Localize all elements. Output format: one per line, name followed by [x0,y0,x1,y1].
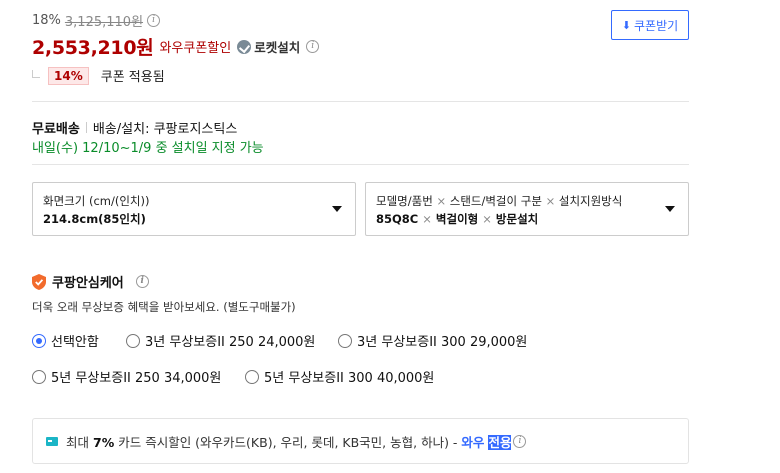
care-option-label: 5년 무상보증II 250 34,000원 [51,371,222,386]
info-icon[interactable]: i [147,14,161,27]
screen-size-select[interactable]: 화면크기 (cm/(인치)) 214.8cm(85인치) [32,182,356,236]
care-option-label: 5년 무상보증II 300 40,000원 [264,371,435,386]
model-option-select[interactable]: 모델명/품번 × 스탠드/벽걸이 구분 × 설치지원방식 85Q8C × 벽걸이… [365,182,689,236]
wow-coupon-label: 와우쿠폰할인 [159,41,232,56]
discount-row: 18% 3,125,110원 i [32,11,161,30]
radio-button[interactable] [245,369,259,384]
label-part: 모델명/품번 [376,194,433,208]
shipping-row: 무료배송 배송/설치: 쿠팡로지스틱스 [32,118,237,137]
rocket-install-label: 로켓설치 [254,40,301,55]
care-option-label: 3년 무상보증II 300 29,000원 [357,335,528,350]
select-value: 85Q8C × 벽걸이형 × 방문설치 [376,211,678,227]
install-schedule: 내일(수) 12/10~1/9 중 설치일 지정 가능 [32,141,264,156]
radio-button[interactable] [32,333,46,348]
original-price: 3,125,110원 [64,15,144,30]
select-label: 화면크기 (cm/(인치)) [43,194,150,208]
card-discount-text: 최대 7% 카드 즉시할인 (와우카드(KB), 우리, 롯데, KB국민, 농… [66,432,512,451]
care-option-5y-300[interactable]: 5년 무상보증II 300 40,000원 [245,367,434,386]
divider [32,164,689,165]
care-option-3y-250[interactable]: 3년 무상보증II 250 24,000원 [126,331,315,350]
info-icon[interactable]: i [306,40,320,53]
card-discount-box: 최대 7% 카드 즉시할인 (와우카드(KB), 우리, 롯데, KB국민, 농… [32,418,689,464]
discount-rate: 18% [32,13,61,28]
get-coupon-label: 쿠폰받기 [634,18,679,33]
radio-button[interactable] [338,333,352,348]
value-part: 85Q8C [376,212,419,226]
care-option-5y-250[interactable]: 5년 무상보증II 250 34,000원 [32,367,221,386]
care-option-none[interactable]: 선택안함 [32,331,99,350]
care-option-3y-300[interactable]: 3년 무상보증II 300 29,000원 [338,331,527,350]
rocket-install-icon [237,39,252,54]
card-rate: 7% [93,434,115,450]
elbow-connector [32,69,40,78]
care-option-label: 3년 무상보증II 250 24,000원 [145,335,316,350]
coupon-applied-row: 14% 쿠폰 적용됨 [32,66,165,85]
caret-down-icon [332,206,342,212]
label-part: 스탠드/벽걸이 구분 [449,194,542,208]
separator: × [422,212,432,226]
label-part: 설치지원방식 [558,194,623,208]
caret-down-icon [665,206,675,212]
free-shipping-label: 무료배송 [32,122,80,137]
care-option-label: 선택안함 [51,335,99,350]
radio-button[interactable] [126,333,140,348]
coupon-applied-text: 쿠폰 적용됨 [100,70,165,85]
separator: × [482,212,492,226]
care-title-row: 쿠팡안심케어 i [32,272,149,291]
select-label: 모델명/품번 × 스탠드/벽걸이 구분 × 설치지원방식 [376,193,678,209]
card-prefix: 최대 [66,434,90,450]
care-subtitle: 더욱 오래 무상보증 혜택을 받아보세요. (별도구매불가) [32,300,296,314]
care-title: 쿠팡안심케어 [52,276,124,291]
wow-label: 와우 [461,434,485,450]
get-coupon-button[interactable]: ⬇ 쿠폰받기 [611,10,689,40]
divider [32,101,689,102]
select-value: 214.8cm(85인치) [43,212,146,226]
info-icon[interactable]: i [513,434,527,448]
value-part: 방문설치 [495,212,539,226]
value-part: 벽걸이형 [435,212,479,226]
info-icon[interactable]: i [135,275,149,288]
shield-icon [32,273,46,290]
exclusive-label: 전용 [488,434,512,450]
coupon-percent-badge: 14% [48,66,89,85]
download-icon: ⬇ [621,18,632,32]
card-description: 카드 즉시할인 (와우카드(KB), 우리, 롯데, KB국민, 농협, 하나)… [118,434,458,450]
separator: × [545,194,556,208]
sale-price: 2,553,210원 [32,37,154,59]
price-row: 2,553,210원 와우쿠폰할인 로켓설치 i [32,33,320,60]
rocket-install-badge: 로켓설치 [237,37,300,56]
separator [85,122,87,133]
separator: × [436,194,447,208]
shipping-method: 배송/설치: 쿠팡로지스틱스 [92,122,238,137]
credit-card-icon [46,436,58,446]
radio-button[interactable] [32,369,46,384]
